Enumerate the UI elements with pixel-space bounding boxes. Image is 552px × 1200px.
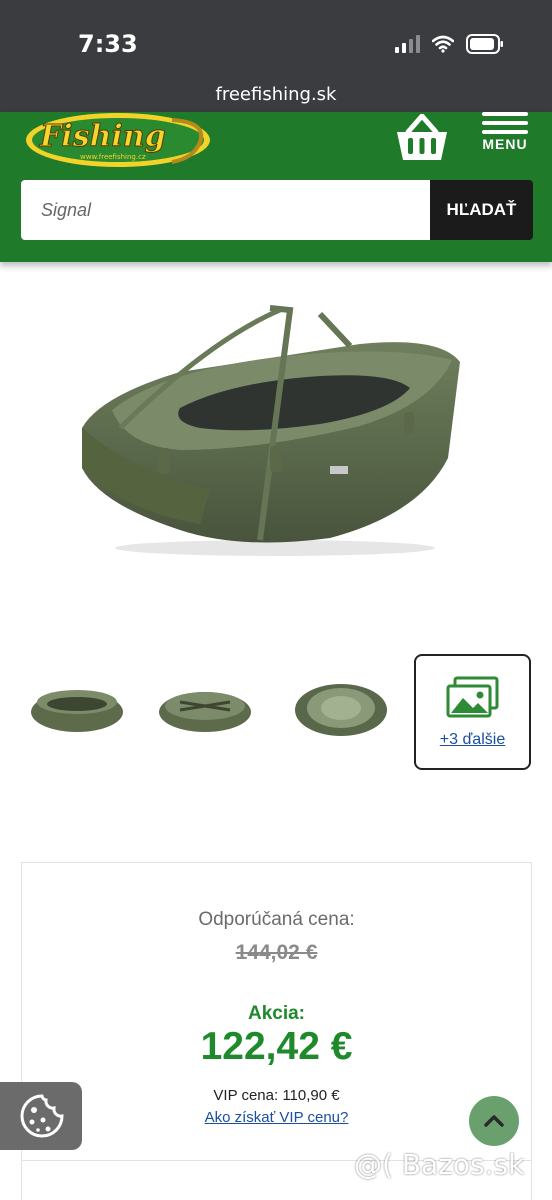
svg-text:www.freefishing.cz: www.freefishing.cz	[80, 153, 146, 161]
product-main-image[interactable]	[60, 300, 480, 560]
product-thumbnail[interactable]	[22, 672, 132, 746]
menu-button[interactable]: MENU	[478, 112, 532, 162]
sale-price: 122,42 €	[200, 1025, 353, 1068]
recommended-price-label: Odporúčaná cena:	[198, 909, 355, 930]
price-panel: Odporúčaná cena: 144,02 € Akcia: 122,42 …	[21, 862, 532, 1162]
cellular-signal-icon	[395, 35, 420, 53]
more-images-button[interactable]: +3 ďalšie	[414, 654, 531, 770]
status-bar: 7:33 freefishing.sk	[0, 0, 552, 112]
address-bar-url[interactable]: freefishing.sk	[0, 84, 552, 105]
site-logo[interactable]: Fishing www.freefishing.cz	[22, 112, 214, 170]
search-button[interactable]: HĽADAŤ	[430, 180, 533, 240]
product-thumbnail[interactable]	[150, 672, 260, 746]
cookie-settings-button[interactable]	[0, 1082, 82, 1150]
menu-label: MENU	[482, 136, 528, 152]
scroll-to-top-button[interactable]	[469, 1096, 519, 1146]
page: 7:33 freefishing.sk Fishing www.freefish…	[0, 0, 552, 1200]
status-icons	[395, 34, 504, 54]
search-bar: HĽADAŤ	[21, 180, 533, 240]
watermark: @( Bazos.sk	[354, 1148, 525, 1181]
old-price: 144,02 €	[235, 941, 318, 964]
battery-icon	[466, 34, 503, 54]
more-images-label: +3 ďalšie	[439, 731, 506, 748]
wifi-icon	[432, 35, 454, 53]
site-header: Fishing www.freefishing.cz MENU HĽADAŤ	[0, 112, 552, 262]
search-input[interactable]	[21, 180, 430, 240]
product-thumbnail[interactable]	[286, 672, 396, 746]
shopping-basket-icon[interactable]	[394, 114, 450, 164]
vip-info-link[interactable]: Ako získať VIP cenu?	[22, 1109, 531, 1126]
sale-label: Akcia:	[247, 1003, 306, 1024]
chevron-up-icon	[484, 1115, 504, 1127]
hamburger-icon	[482, 112, 528, 134]
clock: 7:33	[78, 30, 138, 58]
svg-text:Fishing: Fishing	[39, 119, 166, 154]
gallery-icon	[446, 676, 498, 718]
vip-price: VIP cena: 110,90 €	[213, 1087, 340, 1104]
cookie-icon	[20, 1094, 64, 1138]
